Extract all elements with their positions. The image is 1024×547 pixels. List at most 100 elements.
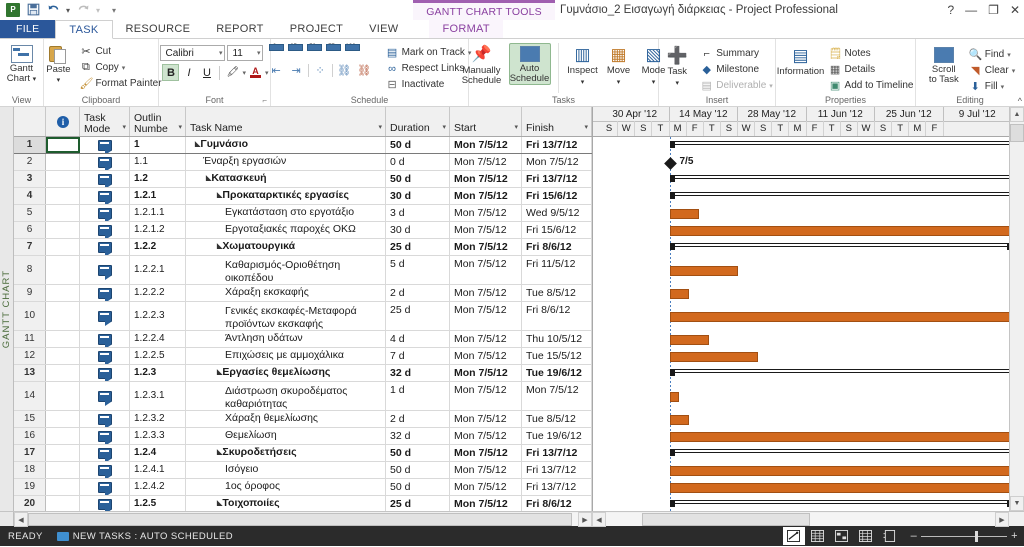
row-number[interactable]: 11 [14,331,46,347]
gantt-scroll-thumb[interactable] [642,513,810,526]
start-cell[interactable]: Mon 7/5/12 [450,382,522,410]
fin-cell[interactable]: Fri 13/7/12 [522,445,592,461]
save-icon[interactable] [26,3,40,17]
task-name-cell[interactable]: ◢Χωματουργικά [186,239,386,255]
task-name-cell[interactable]: Γενικές εκσκαφές-Μεταφορά προϊόντων εκσκ… [186,302,386,330]
redo-dropdown-icon[interactable]: ▾ [96,6,100,15]
start-cell[interactable]: Mon 7/5/12 [450,365,522,381]
start-cell[interactable]: Mon 7/5/12 [450,428,522,444]
summary-bar[interactable] [669,140,1009,148]
indicator-cell[interactable] [46,302,80,330]
task-bar[interactable] [669,265,738,276]
row-number[interactable]: 1 [14,137,46,153]
table-row[interactable]: 16 1.2.3.3 Θεμελίωση 32 d Mon 7/5/12 Tue 19/6… [14,428,592,445]
fin-cell[interactable]: Fri 13/7/12 [522,171,592,187]
indicator-cell[interactable] [46,411,80,427]
gantt-scroll-track[interactable] [606,513,995,526]
task-bar[interactable] [669,351,758,362]
outline-number-cell[interactable]: 1.2.4.1 [130,462,186,478]
outline-number-cell[interactable]: 1.2.4 [130,445,186,461]
collapse-triangle-icon[interactable]: ◢ [214,367,222,380]
row-number[interactable]: 7 [14,239,46,255]
indicator-cell[interactable] [46,365,80,381]
clear-button[interactable]: ◥ Clear ▾ [969,63,1015,78]
table-scroll-left-button[interactable]: ◀ [14,512,28,527]
table-scroll-right-button[interactable]: ▶ [578,512,592,527]
table-row[interactable]: 10 1.2.2.3 Γενικές εκσκαφές-Μεταφορά προϊό… [14,302,592,331]
link-tasks-icon[interactable]: ⛓ [336,63,353,78]
gantt-chart-body[interactable]: 7/5 [593,137,1009,511]
dur-cell[interactable]: 32 d [386,428,450,444]
outline-number-cell[interactable]: 1.2.2 [130,239,186,255]
tab-report[interactable]: REPORT [203,20,276,38]
task-name-cell[interactable]: 1ος όροφος [186,479,386,495]
task-mode-cell[interactable] [80,137,130,153]
row-number[interactable]: 8 [14,256,46,284]
table-row[interactable]: 3 1.2 ◢Κατασκευή 50 d Mon 7/5/12 Fri 13/7/12 [14,171,592,188]
task-bar[interactable] [669,225,1009,236]
outline-number-cell[interactable]: 1.2.2.3 [130,302,186,330]
task-name-cell[interactable]: ◢Τοιχοποιίες [186,496,386,511]
fin-cell[interactable]: Mon 7/5/12 [522,382,592,410]
outline-number-cell[interactable]: 1.2.3 [130,365,186,381]
collapse-triangle-icon[interactable]: ◢ [214,498,222,511]
chevron-down-icon[interactable]: ▾ [176,122,182,134]
table-row[interactable]: 8 1.2.2.1 Καθαρισμός-Οριοθέτηση οικοπέδου 5… [14,256,592,285]
task-mode-cell[interactable] [80,222,130,238]
task-bar[interactable] [669,431,1009,442]
find-button[interactable]: 🔍 Find ▾ [969,47,1015,62]
task-bar[interactable] [669,465,1009,476]
underline-button[interactable]: U [198,64,215,81]
dur-cell[interactable]: 32 d [386,365,450,381]
dur-cell[interactable]: 50 d [386,445,450,461]
task-button[interactable]: ➕ Task ▾ [661,44,693,89]
row-number[interactable]: 13 [14,365,46,381]
indicator-cell[interactable] [46,222,80,238]
row-number[interactable]: 18 [14,462,46,478]
task-mode-cell[interactable] [80,382,130,410]
summary-bar[interactable] [669,499,1009,507]
task-mode-cell[interactable] [80,239,130,255]
row-number[interactable]: 6 [14,222,46,238]
task-name-cell[interactable]: Καθαρισμός-Οριοθέτηση οικοπέδου [186,256,386,284]
outline-number-cell[interactable]: 1.2.2.2 [130,285,186,301]
view-bar-label[interactable]: GANTT CHART [0,107,14,511]
start-cell[interactable]: Mon 7/5/12 [450,171,522,187]
task-mode-cell[interactable] [80,445,130,461]
tab-task[interactable]: TASK [55,20,113,39]
indicator-cell[interactable] [46,205,80,221]
fin-cell[interactable]: Fri 13/7/12 [522,462,592,478]
start-cell[interactable]: Mon 7/5/12 [450,137,522,153]
indicator-cell[interactable] [46,256,80,284]
dur-cell[interactable]: 25 d [386,302,450,330]
copy-button[interactable]: ⧉ Copy ▾ [79,60,161,75]
zoom-knob[interactable] [975,530,979,542]
fill-button[interactable]: ⬇ Fill ▾ [969,79,1015,94]
fin-cell[interactable]: Fri 15/6/12 [522,188,592,204]
tab-view[interactable]: VIEW [356,20,411,38]
scroll-up-button[interactable]: ▲ [1010,107,1024,122]
outdent-icon[interactable]: ⇤ [268,63,285,78]
italic-button[interactable]: I [180,64,197,81]
task-name-cell[interactable]: Άντληση υδάτων [186,331,386,347]
task-name-cell[interactable]: Χάραξη εκσκαφής [186,285,386,301]
summary-bar[interactable] [669,174,1009,182]
task-name-cell[interactable]: Χάραξη θεμελίωσης [186,411,386,427]
column-header-task-name[interactable]: Task Name ▾ [186,107,386,136]
fin-cell[interactable]: Thu 10/5/12 [522,331,592,347]
highlight-color-button[interactable]: 🖍 [224,64,241,81]
task-name-cell[interactable]: ◢Γυμνάσιο [186,137,386,153]
summary-bar[interactable] [669,448,1009,456]
collapse-triangle-icon[interactable]: ◢ [214,241,222,254]
start-cell[interactable]: Mon 7/5/12 [450,239,522,255]
collapse-triangle-icon[interactable]: ◢ [214,447,222,460]
font-family-combo[interactable]: Calibri ▾ [160,45,226,61]
task-bar[interactable] [669,208,699,219]
table-row[interactable]: 7 1.2.2 ◢Χωματουργικά 25 d Mon 7/5/12 Fri 8/6… [14,239,592,256]
cut-button[interactable]: ✂ Cut [79,44,161,59]
fin-cell[interactable]: Fri 8/6/12 [522,239,592,255]
deliverable-button[interactable]: ▤ Deliverable ▾ [700,78,773,93]
minimize-button[interactable]: — [965,0,977,20]
outline-number-cell[interactable]: 1.2.1.2 [130,222,186,238]
table-row[interactable]: 14 1.2.3.1 Διάστρωση σκυροδέματος καθαριότ… [14,382,592,411]
